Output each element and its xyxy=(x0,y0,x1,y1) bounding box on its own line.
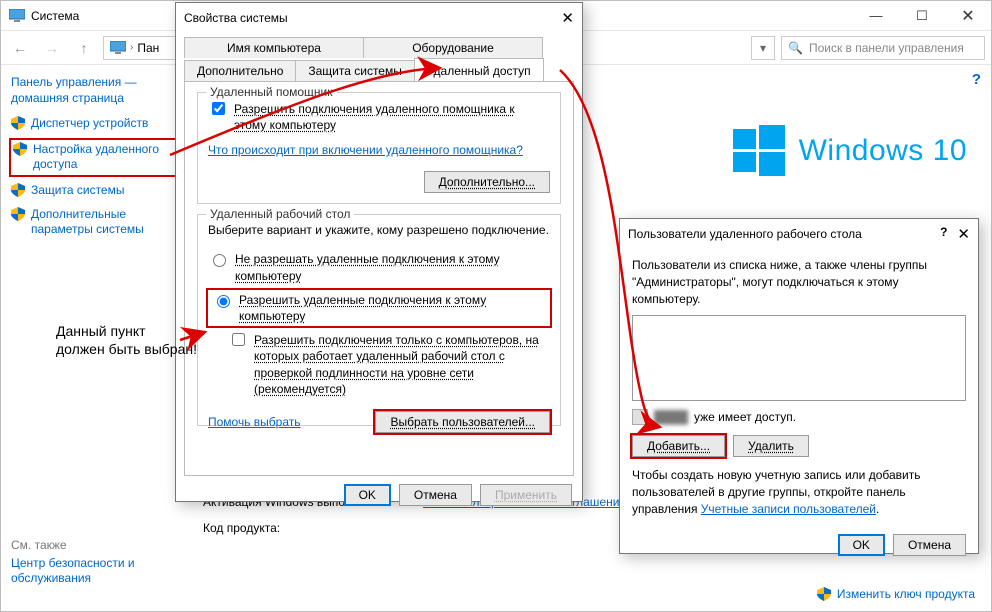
nla-checkbox[interactable]: Разрешить подключения только с компьютер… xyxy=(228,332,550,397)
allow-remote-assist-label: Разрешить подключения удаленного помощни… xyxy=(234,101,550,133)
close-button[interactable]: ✕ xyxy=(945,1,991,31)
product-code-label: Код продукта: xyxy=(203,519,280,537)
ok-button[interactable]: OK xyxy=(838,534,885,556)
nav-label: Защита системы xyxy=(31,183,124,199)
choose-text: Выберите вариант и укажите, кому разреше… xyxy=(208,223,550,237)
tab-advanced[interactable]: Дополнительно xyxy=(184,60,296,81)
system-title: Система xyxy=(31,9,79,23)
dropdown-button[interactable]: ▾ xyxy=(751,36,775,60)
users-hint: Чтобы создать новую учетную запись или д… xyxy=(632,467,966,517)
user-icon xyxy=(632,409,648,425)
up-button[interactable]: ↑ xyxy=(71,35,97,61)
user-accounts-link[interactable]: Учетные записи пользователей xyxy=(701,502,876,516)
users-title-text: Пользователи удаленного рабочего стола xyxy=(628,227,862,241)
allow-remote-radio[interactable]: Разрешить удаленные подключения к этому … xyxy=(208,290,550,326)
close-button[interactable]: ✕ xyxy=(957,225,970,243)
remote-users-dialog: Пользователи удаленного рабочего стола ?… xyxy=(619,218,979,554)
address-text: Пан xyxy=(137,41,159,55)
add-user-button[interactable]: Добавить... xyxy=(632,435,725,457)
maximize-button[interactable]: ☐ xyxy=(899,1,945,31)
windows-brand: Windows 10 xyxy=(733,125,967,177)
has-access-line: ████ уже имеет доступ. xyxy=(632,409,966,425)
remove-user-button[interactable]: Удалить xyxy=(733,435,809,457)
remote-settings-link[interactable]: Настройка удаленного доступа xyxy=(11,140,177,175)
nav-label: Настройка удаленного доступа xyxy=(33,142,175,173)
monitor-icon xyxy=(110,41,126,55)
disallow-remote-radio[interactable]: Не разрешать удаленные подключения к это… xyxy=(208,251,550,283)
windows-brand-text: Windows 10 xyxy=(799,134,967,168)
props-dialog-buttons: OK Отмена Применить xyxy=(176,484,572,506)
shield-icon xyxy=(817,587,831,601)
forward-button[interactable]: → xyxy=(39,35,65,61)
control-panel-home-link[interactable]: Панель управления — домашняя страница xyxy=(11,75,177,106)
device-manager-link[interactable]: Диспетчер устройств xyxy=(11,116,177,132)
remote-assist-advanced-button[interactable]: Дополнительно... xyxy=(424,171,550,193)
allow-remote-label: Разрешить удаленные подключения к этому … xyxy=(239,292,546,324)
tab-hardware[interactable]: Оборудование xyxy=(363,37,543,58)
search-placeholder: Поиск в панели управления xyxy=(809,41,964,55)
advanced-system-settings-link[interactable]: Дополнительные параметры системы xyxy=(11,207,177,238)
users-dialog-buttons: OK Отмена xyxy=(620,526,978,564)
select-users-button[interactable]: Выбрать пользователей... xyxy=(375,411,550,433)
disallow-remote-input[interactable] xyxy=(213,254,226,267)
help-choose-link[interactable]: Помочь выбрать xyxy=(208,415,301,429)
see-also-heading: См. также xyxy=(11,538,177,552)
nla-checkbox-input[interactable] xyxy=(232,333,245,346)
remote-tab-page: Удаленный помощник Разрешить подключения… xyxy=(184,82,574,476)
shield-icon xyxy=(11,183,25,197)
users-listbox[interactable] xyxy=(632,315,966,401)
users-intro-text: Пользователи из списка ниже, а также чле… xyxy=(632,257,966,307)
search-box[interactable]: 🔍 Поиск в панели управления xyxy=(781,36,985,60)
system-properties-dialog: Свойства системы ✕ Имя компьютера Оборуд… xyxy=(175,2,583,502)
shield-icon xyxy=(11,116,25,130)
has-access-text: уже имеет доступ. xyxy=(694,410,796,424)
tab-strip: Имя компьютера Оборудование Дополнительн… xyxy=(184,35,574,82)
remote-desktop-group: Удаленный рабочий стол Выберите вариант … xyxy=(197,214,561,426)
chevron-right-icon: › xyxy=(130,42,133,53)
help-button[interactable]: ? xyxy=(940,225,947,243)
tab-computer-name[interactable]: Имя компьютера xyxy=(184,37,364,58)
help-icon[interactable]: ? xyxy=(972,71,981,88)
allow-remote-input[interactable] xyxy=(217,295,230,308)
search-icon: 🔍 xyxy=(788,41,803,55)
nla-checkbox-label: Разрешить подключения только с компьютер… xyxy=(254,332,550,397)
shield-icon xyxy=(11,207,25,221)
tab-remote[interactable]: Удаленный доступ xyxy=(414,58,544,81)
change-product-key-link[interactable]: Изменить ключ продукта xyxy=(817,587,975,601)
security-center-link[interactable]: Центр безопасности и обслуживания xyxy=(11,556,177,587)
ok-button[interactable]: OK xyxy=(344,484,391,506)
users-titlebar: Пользователи удаленного рабочего стола ?… xyxy=(620,219,978,249)
annotation-text: Данный пункт должен быть выбран! xyxy=(56,322,197,358)
system-protection-link[interactable]: Защита системы xyxy=(11,183,177,199)
tab-protection[interactable]: Защита системы xyxy=(295,60,414,81)
shield-icon xyxy=(13,142,27,156)
cancel-button[interactable]: Отмена xyxy=(893,534,966,556)
cancel-button[interactable]: Отмена xyxy=(399,484,472,506)
apply-button: Применить xyxy=(480,484,572,506)
props-title: Свойства системы xyxy=(184,11,288,25)
nav-label: Диспетчер устройств xyxy=(31,116,148,132)
change-key-text: Изменить ключ продукта xyxy=(837,587,975,601)
nav-label: Дополнительные параметры системы xyxy=(31,207,177,238)
allow-remote-assist-checkbox[interactable]: Разрешить подключения удаленного помощни… xyxy=(208,101,550,133)
system-icon xyxy=(9,9,25,23)
remote-desktop-legend: Удаленный рабочий стол xyxy=(206,207,354,221)
windows-logo-icon xyxy=(733,125,785,177)
minimize-button[interactable]: — xyxy=(853,1,899,31)
remote-assist-legend: Удаленный помощник xyxy=(206,85,337,99)
close-button[interactable]: ✕ xyxy=(561,9,574,27)
back-button[interactable]: ← xyxy=(7,35,33,61)
window-controls: — ☐ ✕ xyxy=(853,1,991,31)
allow-remote-assist-input[interactable] xyxy=(212,102,225,115)
disallow-remote-label: Не разрешать удаленные подключения к это… xyxy=(235,251,550,283)
nav-label: Центр безопасности и обслуживания xyxy=(11,556,177,587)
remote-assistance-group: Удаленный помощник Разрешить подключения… xyxy=(197,92,561,204)
what-happens-link[interactable]: Что происходит при включении удаленного … xyxy=(208,143,523,157)
props-titlebar: Свойства системы ✕ xyxy=(176,3,582,33)
